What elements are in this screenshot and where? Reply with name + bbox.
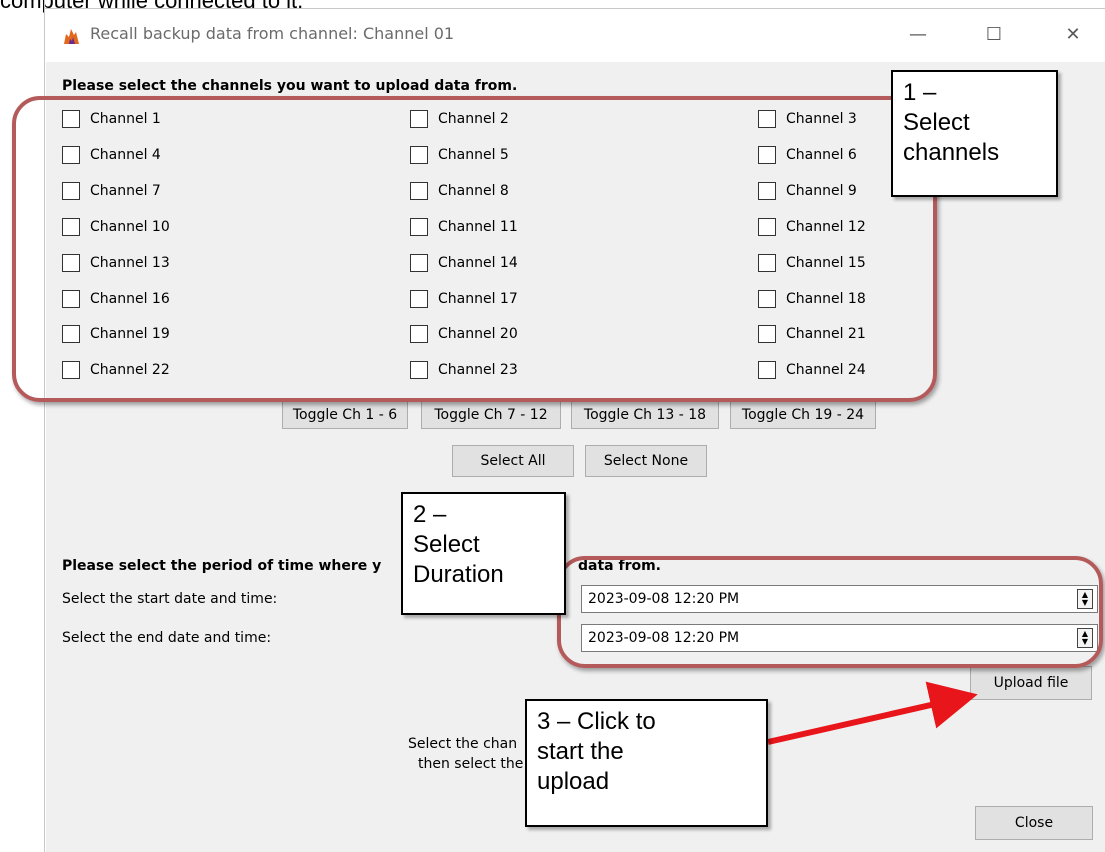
arrow-line xyxy=(767,681,978,745)
callout-step-1: 1 – Select channels xyxy=(891,70,1058,197)
callout-step-2: 2 – Select Duration xyxy=(401,492,566,615)
callout-step-3: 3 – Click to start the upload xyxy=(525,699,768,827)
